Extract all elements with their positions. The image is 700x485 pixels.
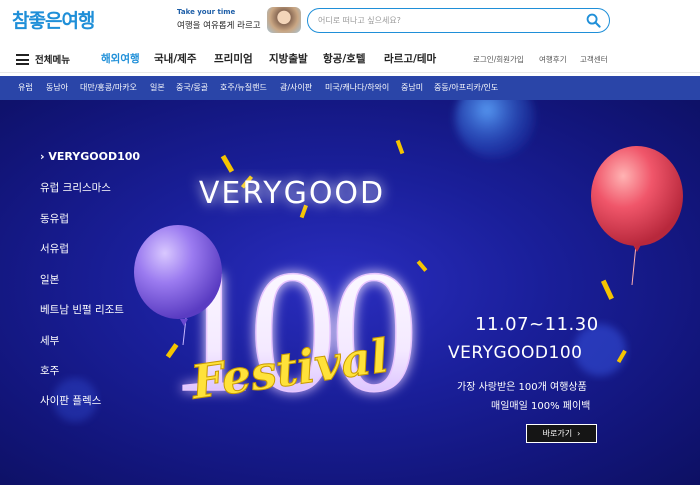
subnav-item[interactable]: 중동/아프리카/인도: [434, 82, 498, 93]
search-box: [307, 8, 610, 33]
subnav-item[interactable]: 괌/사이판: [280, 82, 312, 93]
subnav-item[interactable]: 동남아: [46, 82, 68, 93]
nav-overseas[interactable]: 해외여행: [101, 51, 140, 66]
subnav-item[interactable]: 일본: [150, 82, 165, 93]
side-menu-item-verygood[interactable]: › VERYGOOD100: [40, 150, 140, 163]
side-menu-item[interactable]: 동유럽: [40, 211, 69, 226]
nav-largo-theme[interactable]: 라르고/테마: [384, 51, 436, 66]
nav-domestic[interactable]: 국내/제주: [154, 51, 196, 66]
customer-center-link[interactable]: 고객센터: [580, 54, 608, 65]
side-menu-item[interactable]: 베트남 빈펄 리조트: [40, 302, 124, 317]
main-navigation: 전체메뉴 해외여행 국내/제주 프리미엄 지방출발 항공/호텔 라르고/테마 로…: [0, 45, 700, 73]
nav-regional[interactable]: 지방출발: [269, 51, 308, 66]
all-menu-button[interactable]: 전체메뉴: [35, 52, 70, 66]
site-logo[interactable]: 참좋은여행: [12, 6, 95, 33]
hamburger-icon[interactable]: [16, 54, 29, 65]
subnav-item[interactable]: 중남미: [401, 82, 423, 93]
art-title: VERYGOOD: [199, 176, 385, 211]
login-link[interactable]: 로그인/회원가입: [473, 54, 524, 65]
subnav-item[interactable]: 호주/뉴질랜드: [220, 82, 267, 93]
side-menu-item[interactable]: 사이판 플렉스: [40, 393, 101, 408]
search-icon[interactable]: [586, 13, 601, 28]
region-subnav: 유럽 동남아 대만/홍콩/마카오 일본 중국/몽골 호주/뉴질랜드 괌/사이판 …: [0, 76, 700, 100]
hero-banner[interactable]: VERYGOOD 100 Festival › VERYGOOD100 유럽 크…: [0, 100, 700, 485]
event-dates: 11.07~11.30: [475, 314, 599, 335]
promo-text: 여행을 여유롭게 라르고: [177, 21, 261, 31]
promo-banner[interactable]: Take your time 여행을 여유롭게 라르고: [177, 7, 302, 34]
search-input[interactable]: [318, 12, 578, 29]
top-header: 참좋은여행 Take your time 여행을 여유롭게 라르고: [0, 0, 700, 42]
subnav-item[interactable]: 미국/캐나다/하와이: [325, 82, 389, 93]
subnav-item[interactable]: 대만/홍콩/마카오: [80, 82, 137, 93]
event-description-2: 매일매일 100% 페이백: [491, 401, 591, 412]
subnav-item[interactable]: 중국/몽골: [176, 82, 208, 93]
promo-tagline: Take your time: [177, 8, 236, 16]
side-menu-item[interactable]: 유럽 크리스마스: [40, 180, 111, 195]
nav-flight-hotel[interactable]: 항공/호텔: [323, 51, 365, 66]
subnav-item[interactable]: 유럽: [18, 82, 33, 93]
go-button[interactable]: 바로가기 ›: [526, 424, 597, 443]
side-menu-item[interactable]: 호주: [40, 363, 59, 378]
go-button-label: 바로가기: [542, 429, 573, 438]
reviews-link[interactable]: 여행후기: [539, 54, 567, 65]
side-menu-item[interactable]: 일본: [40, 272, 59, 287]
side-menu-item[interactable]: 서유럽: [40, 241, 69, 256]
side-menu-item[interactable]: 세부: [40, 333, 59, 348]
event-title: VERYGOOD100: [448, 343, 583, 363]
nav-premium[interactable]: 프리미엄: [214, 51, 253, 66]
event-description: 가장 사랑받은 100개 여행상품: [457, 382, 587, 393]
promo-image: [267, 7, 301, 33]
chevron-right-icon: ›: [574, 429, 581, 438]
